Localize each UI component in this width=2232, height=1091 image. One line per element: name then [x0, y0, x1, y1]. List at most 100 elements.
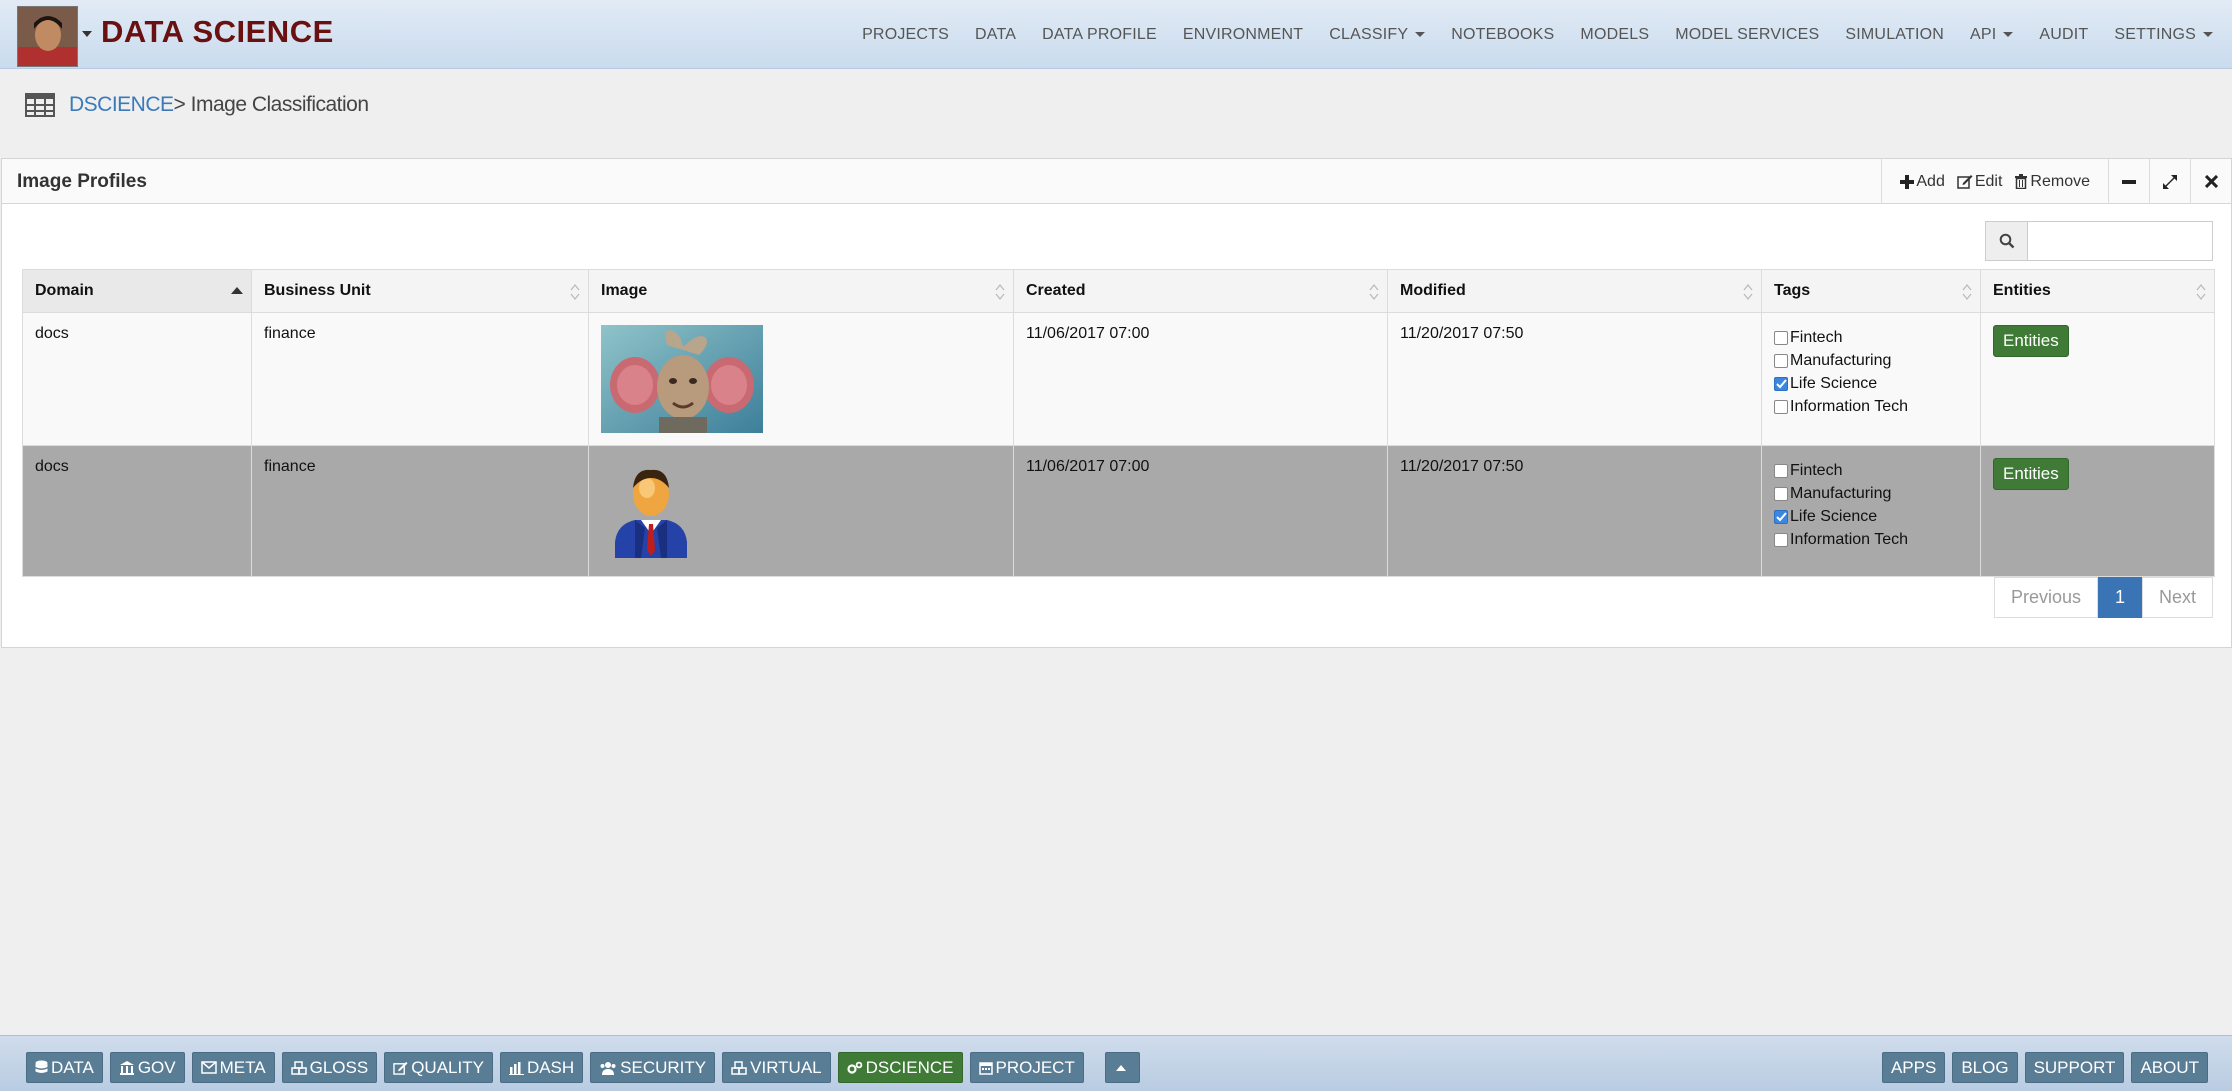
column-header-image[interactable]: Image — [588, 269, 1014, 313]
edit-label: Edit — [1974, 172, 2003, 190]
calendar-icon — [978, 1061, 993, 1075]
nav-simulation[interactable]: SIMULATION — [1832, 0, 1957, 69]
elephant-man-thumbnail[interactable] — [601, 325, 763, 433]
nav-api[interactable]: API — [1957, 0, 2026, 69]
checkbox[interactable] — [1774, 463, 1788, 478]
chevron-down-icon — [2203, 32, 2213, 37]
nav-model-services[interactable]: MODEL SERVICES — [1662, 0, 1832, 69]
cell-business-unit: finance — [251, 445, 589, 577]
remove-button[interactable]: Remove — [2014, 173, 2090, 191]
tag-fintech[interactable]: Fintech — [1774, 460, 1968, 481]
user-avatar[interactable] — [17, 6, 78, 67]
checkbox[interactable] — [1774, 532, 1788, 547]
column-header-domain[interactable]: Domain — [22, 269, 252, 313]
tag-information-tech[interactable]: Information Tech — [1774, 396, 1968, 417]
search-input[interactable] — [2028, 221, 2213, 261]
search-icon-box — [1985, 221, 2028, 261]
bottom-support-button[interactable]: SUPPORT — [2024, 1052, 2125, 1083]
bottom-data-button[interactable]: DATA — [26, 1052, 103, 1083]
bottom-virtual-button[interactable]: VIRTUAL — [722, 1052, 831, 1083]
add-button[interactable]: Add — [1900, 172, 1945, 191]
users-icon — [600, 1061, 616, 1075]
pagination-page-1[interactable]: 1 — [2097, 577, 2142, 618]
edit-button[interactable]: Edit — [1957, 172, 2003, 191]
nav-environment[interactable]: ENVIRONMENT — [1170, 0, 1316, 69]
checkbox[interactable] — [1774, 399, 1788, 414]
database-icon — [35, 1060, 48, 1073]
cell-tags: Fintech Manufacturing Life Science Infor… — [1761, 445, 1981, 577]
column-header-created[interactable]: Created — [1013, 269, 1388, 313]
breadcrumb-root-link[interactable]: DSCIENCE — [69, 93, 174, 117]
panel-header: Image Profiles Add Edit Remove — [2, 159, 2231, 204]
checkbox-checked[interactable] — [1774, 376, 1788, 391]
column-header-business-unit[interactable]: Business Unit — [251, 269, 589, 313]
add-label: Add — [1916, 172, 1945, 190]
column-header-tags[interactable]: Tags — [1761, 269, 1981, 313]
bottom-gloss-button[interactable]: GLOSS — [281, 1052, 378, 1083]
tag-life-science[interactable]: Life Science — [1774, 506, 1968, 527]
pagination-next[interactable]: Next — [2141, 577, 2213, 618]
nav-audit[interactable]: AUDIT — [2026, 0, 2101, 69]
nav-classify[interactable]: CLASSIFY — [1316, 0, 1438, 69]
edit-icon — [1957, 175, 1973, 189]
tag-label: Information Tech — [1790, 530, 1908, 548]
cell-entities: Entities — [1980, 312, 2215, 446]
cell-image — [588, 312, 1014, 446]
bottom-gov-button[interactable]: GOV — [109, 1052, 185, 1083]
bottom-collapse-button[interactable] — [1104, 1052, 1140, 1083]
nav-data-profile[interactable]: DATA PROFILE — [1029, 0, 1170, 69]
nav-models[interactable]: MODELS — [1567, 0, 1662, 69]
tag-information-tech[interactable]: Information Tech — [1774, 529, 1968, 550]
tag-label: Life Science — [1790, 507, 1878, 525]
user-menu-caret-icon[interactable] — [82, 31, 92, 37]
sort-icon — [570, 283, 580, 301]
sort-asc-icon — [231, 287, 243, 294]
bottom-dscience-button[interactable]: DSCIENCE — [837, 1052, 963, 1083]
main-nav: PROJECTS DATA DATA PROFILE ENVIRONMENT C… — [849, 0, 2226, 69]
remove-label: Remove — [2030, 172, 2090, 190]
table-row[interactable]: docs finance 11/06/2017 07:00 11/20/2017… — [22, 445, 2215, 577]
minimize-button[interactable] — [2108, 159, 2149, 204]
entities-button[interactable]: Entities — [1993, 325, 2069, 357]
bottom-blog-button[interactable]: BLOG — [1952, 1052, 2018, 1083]
bottom-project-button[interactable]: PROJECT — [969, 1052, 1084, 1083]
bottom-label: DATA — [51, 1057, 94, 1077]
column-label: Created — [1026, 282, 1086, 299]
bottom-quality-button[interactable]: QUALITY — [384, 1052, 493, 1083]
checkbox[interactable] — [1774, 353, 1788, 368]
tag-fintech[interactable]: Fintech — [1774, 327, 1968, 348]
tag-life-science[interactable]: Life Science — [1774, 373, 1968, 394]
businessman-thumbnail[interactable] — [601, 458, 701, 558]
nav-projects[interactable]: PROJECTS — [849, 0, 962, 69]
bottom-about-button[interactable]: ABOUT — [2131, 1052, 2208, 1083]
bottom-security-button[interactable]: SECURITY — [590, 1052, 716, 1083]
cell-modified: 11/20/2017 07:50 — [1387, 312, 1762, 446]
nav-notebooks[interactable]: NOTEBOOKS — [1438, 0, 1567, 69]
column-header-modified[interactable]: Modified — [1387, 269, 1762, 313]
expand-button[interactable] — [2149, 159, 2190, 204]
tag-manufacturing[interactable]: Manufacturing — [1774, 350, 1968, 371]
pagination-previous[interactable]: Previous — [1993, 577, 2098, 618]
table-row[interactable]: docs finance 11/06/2017 07:00 11/20/2017… — [22, 312, 2215, 446]
close-button[interactable] — [2190, 159, 2231, 204]
bottom-label: DSCIENCE — [865, 1057, 954, 1077]
checkbox[interactable] — [1774, 486, 1788, 501]
entities-button[interactable]: Entities — [1993, 458, 2069, 490]
bottom-meta-button[interactable]: META — [191, 1052, 275, 1083]
close-icon — [2204, 175, 2218, 188]
bottom-apps-button[interactable]: APPS — [1881, 1052, 1946, 1083]
tag-manufacturing[interactable]: Manufacturing — [1774, 483, 1968, 504]
nav-data[interactable]: DATA — [962, 0, 1029, 69]
image-profiles-panel: Image Profiles Add Edit Remove Domain Bu… — [1, 158, 2232, 648]
nav-settings[interactable]: SETTINGS — [2101, 0, 2226, 69]
panel-toolbar: Add Edit Remove — [1881, 159, 2231, 204]
column-header-entities[interactable]: Entities — [1980, 269, 2215, 313]
column-label: Domain — [35, 282, 94, 299]
tag-label: Manufacturing — [1790, 351, 1892, 369]
sort-icon — [1369, 283, 1379, 301]
bottom-dash-button[interactable]: DASH — [499, 1052, 584, 1083]
checkbox[interactable] — [1774, 330, 1788, 345]
cell-domain: docs — [22, 445, 252, 577]
bottom-app-bar: DATA GOV META GLOSS QUALITY DASH SECURIT… — [0, 1035, 2232, 1091]
checkbox-checked[interactable] — [1774, 509, 1788, 524]
